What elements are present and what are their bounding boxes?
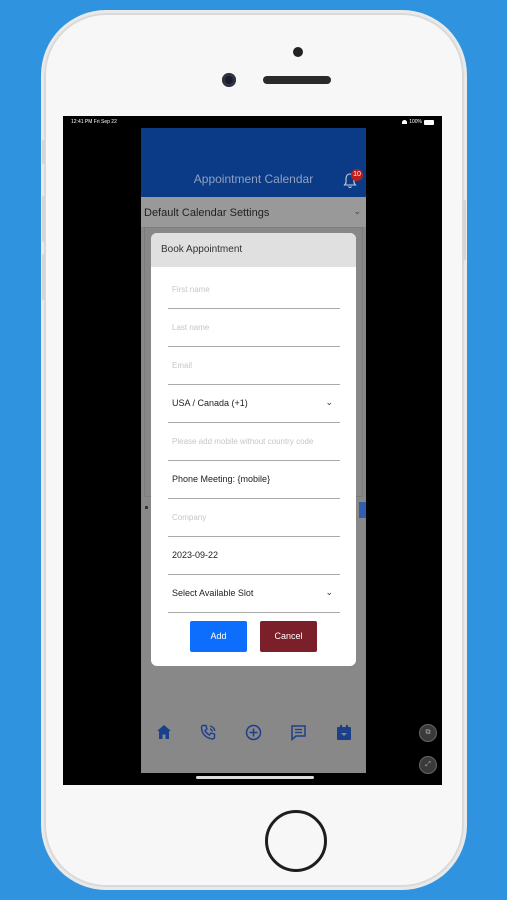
email-input[interactable]: Email (168, 347, 340, 385)
battery-icon (424, 119, 434, 125)
chevron-down-icon: ⌄ (325, 587, 333, 597)
home-indicator (196, 776, 314, 779)
slot-value: Select Available Slot (172, 588, 254, 598)
settings-label: Default Calendar Settings (144, 207, 270, 219)
notification-badge: 10 (351, 169, 363, 181)
chevron-down-icon: ⌄ (325, 397, 333, 407)
modal-title: Book Appointment (151, 233, 356, 267)
last-name-input[interactable]: Last name (168, 309, 340, 347)
volume-up-button (42, 196, 45, 242)
meeting-type-value: Phone Meeting: {mobile} (172, 474, 271, 484)
background-button (359, 502, 366, 518)
app-window: Appointment Calendar 10 Default Calendar… (141, 128, 366, 773)
message-icon[interactable] (290, 723, 308, 741)
resize-icon[interactable]: ⤢ (419, 756, 437, 774)
add-circle-icon[interactable] (245, 723, 263, 741)
mobile-placeholder: Please add mobile without country code (172, 437, 314, 446)
meeting-type-field[interactable]: Phone Meeting: {mobile} (168, 461, 340, 499)
first-name-placeholder: First name (172, 285, 210, 294)
default-calendar-settings[interactable]: Default Calendar Settings ⌄ (141, 197, 366, 227)
date-value: 2023-09-22 (172, 550, 219, 560)
add-button[interactable]: Add (190, 621, 247, 652)
wifi-icon (402, 120, 408, 124)
background-dot (145, 506, 148, 509)
date-input[interactable]: 2023-09-22 (168, 537, 340, 575)
last-name-placeholder: Last name (172, 323, 210, 332)
company-input[interactable]: Company (168, 499, 340, 537)
home-icon[interactable] (155, 723, 173, 741)
camera-icon (293, 47, 303, 57)
slot-select[interactable]: Select Available Slot ⌄ (168, 575, 340, 613)
screen: 12:41 PM Fri Sep 22 100% Appointment Cal… (63, 116, 442, 785)
page-title: Appointment Calendar (193, 172, 314, 186)
phone-call-icon[interactable] (200, 723, 218, 741)
front-camera-icon (222, 73, 236, 87)
silent-switch (42, 140, 45, 164)
power-button (463, 200, 466, 260)
bottom-nav (141, 708, 366, 756)
first-name-input[interactable]: First name (168, 271, 340, 309)
chevron-down-icon: ⌄ (353, 206, 361, 216)
volume-down-button (42, 254, 45, 300)
status-bar: 12:41 PM Fri Sep 22 100% (63, 116, 442, 128)
status-time: 12:41 PM Fri Sep 22 (71, 119, 117, 125)
home-hardware-button[interactable] (265, 810, 327, 872)
company-placeholder: Company (172, 513, 207, 522)
country-code-value: USA / Canada (+1) (172, 398, 248, 408)
battery-percent: 100% (409, 119, 422, 125)
rotate-icon[interactable]: ⧉ (419, 724, 437, 742)
calendar-icon[interactable] (335, 723, 353, 741)
app-header: Appointment Calendar 10 (141, 128, 366, 197)
book-appointment-modal: Book Appointment First name Last name Em… (151, 233, 356, 666)
email-placeholder: Email (172, 361, 193, 370)
country-code-select[interactable]: USA / Canada (+1) ⌄ (168, 385, 340, 423)
speaker-grille (263, 76, 331, 84)
mobile-input[interactable]: Please add mobile without country code (168, 423, 340, 461)
cancel-button[interactable]: Cancel (260, 621, 317, 652)
